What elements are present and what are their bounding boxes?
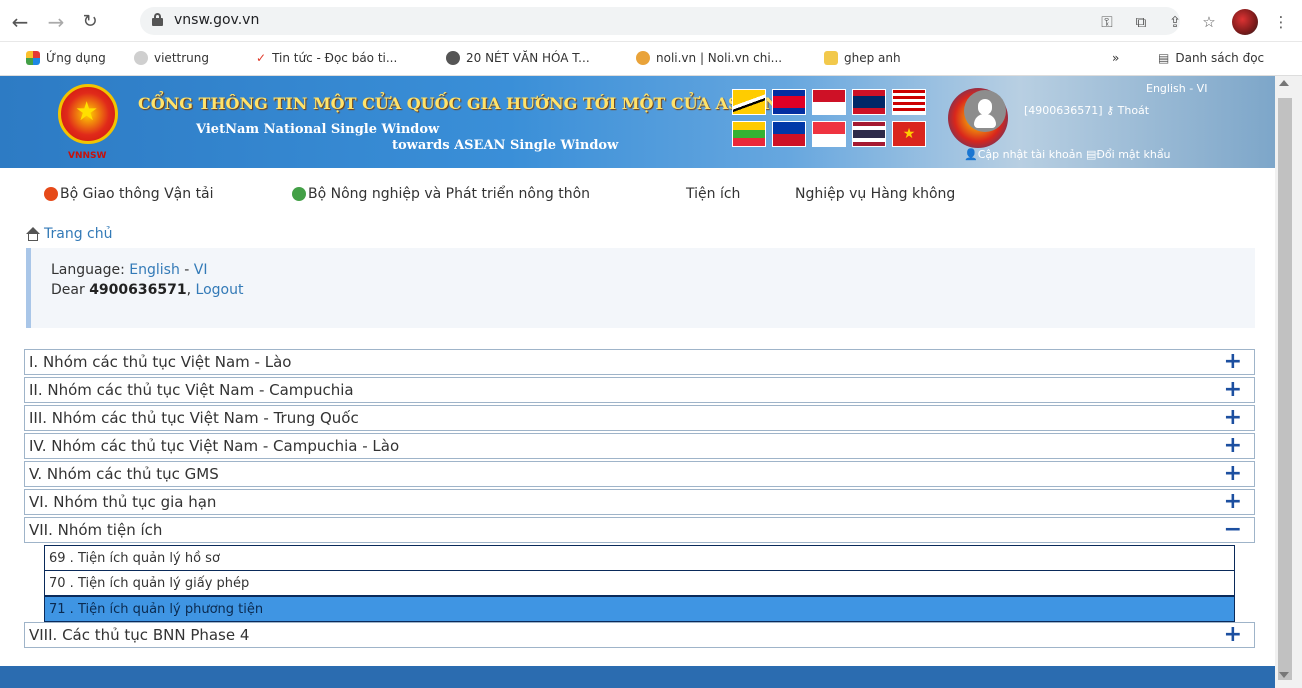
share-icon[interactable]: ⇪ [1164, 13, 1186, 31]
site-icon [446, 51, 460, 65]
group-header[interactable]: VIII. Các thủ tục BNN Phase 4 + [24, 622, 1255, 648]
cambodia-flag-icon [772, 89, 806, 115]
bookmark-noli[interactable]: noli.vn | Noli.vn chi... [636, 51, 782, 65]
bookmark-ghep-anh[interactable]: ghep anh [824, 51, 901, 65]
page-scrollbar[interactable] [1275, 76, 1302, 688]
profile-avatar[interactable] [1232, 9, 1258, 35]
reload-icon[interactable]: ↻ [78, 10, 102, 34]
thailand-flag-icon [852, 121, 886, 147]
collapse-minus-icon[interactable]: − [1224, 519, 1242, 541]
sub-item-71[interactable]: 71 . Tiện ích quản lý phương tiện [44, 596, 1235, 622]
checkmark-icon: ✓ [256, 51, 267, 65]
globe-icon [134, 51, 148, 65]
page-footer [0, 666, 1275, 688]
key-icon[interactable]: ⚿ [1096, 13, 1118, 31]
banner-title: CỔNG THÔNG TIN MỘT CỬA QUỐC GIA HƯỚNG TỚ… [138, 94, 779, 113]
group-header[interactable]: VI. Nhóm thủ tục gia hạn + [24, 489, 1255, 515]
reading-list[interactable]: ▤ Danh sách đọc [1158, 51, 1264, 65]
reading-list-icon: ▤ [1158, 51, 1170, 65]
sub-item-70[interactable]: 70 . Tiện ích quản lý giấy phép [44, 570, 1235, 596]
national-emblem-icon: ★ [58, 84, 118, 144]
lang-english-link[interactable]: English [129, 262, 180, 278]
lang-vi-link[interactable]: VI [194, 262, 208, 278]
change-password-link[interactable]: Đổi mật khẩu [1096, 148, 1170, 161]
philippines-flag-icon [772, 121, 806, 147]
apps-grid-icon [26, 51, 40, 65]
expand-plus-icon[interactable]: + [1224, 463, 1242, 485]
group-header[interactable]: III. Nhóm các thủ tục Việt Nam - Trung Q… [24, 405, 1255, 431]
bookmarks-bar: Ứng dụng viettrung ✓ Tin tức - Đọc báo t… [0, 42, 1302, 76]
breadcrumb[interactable]: Trang chủ [26, 226, 112, 242]
group-header[interactable]: I. Nhóm các thủ tục Việt Nam - Lào + [24, 349, 1255, 375]
myanmar-flag-icon [732, 121, 766, 147]
indonesia-flag-icon [812, 89, 846, 115]
update-account-link[interactable]: Cập nhật tài khoản [978, 148, 1083, 161]
url-text: vnsw.gov.vn [174, 12, 260, 28]
group-header[interactable]: IV. Nhóm các thủ tục Việt Nam - Campuchi… [24, 433, 1255, 459]
vietnam-flag-icon: ★ [892, 121, 926, 147]
banner-account-links: 👤Cập nhật tài khoản ▤Đổi mật khẩu [964, 148, 1171, 161]
banner-account-id: [4900636571] ⚷ Thoát [1024, 104, 1150, 117]
forward-arrow-icon[interactable]: → [44, 10, 68, 34]
browser-toolbar: ← → ↻ vnsw.gov.vn ⚿ ⧉ ⇪ ☆ ⋮ [0, 0, 1302, 42]
scroll-up-arrow-icon[interactable] [1279, 80, 1289, 86]
folder-icon [824, 51, 838, 65]
menu-item-hang-khong[interactable]: Nghiệp vụ Hàng không [795, 186, 955, 202]
brunei-flag-icon [732, 89, 766, 115]
menu-item-bo-giao-thong[interactable]: Bộ Giao thông Vận tải [44, 186, 214, 202]
address-bar[interactable]: vnsw.gov.vn [140, 7, 1180, 35]
scroll-thumb[interactable] [1278, 98, 1292, 680]
star-icon[interactable]: ☆ [1198, 13, 1220, 31]
banner-subtitle-2: towards ASEAN Single Window [392, 138, 619, 153]
bookmark-viettrung[interactable]: viettrung [134, 51, 209, 65]
user-icon: 👤 [964, 148, 978, 161]
username: 4900636571 [89, 282, 187, 298]
expand-plus-icon[interactable]: + [1224, 624, 1242, 646]
bookmark-tintuc[interactable]: ✓ Tin tức - Đọc báo ti... [256, 51, 397, 65]
group-header-expanded[interactable]: VII. Nhóm tiện ích − [24, 517, 1255, 543]
sub-item-69[interactable]: 69 . Tiện ích quản lý hồ sơ [44, 545, 1235, 571]
lock-icon [152, 13, 163, 26]
user-avatar-icon[interactable] [964, 90, 1006, 132]
user-info-box: Language: English - VI Dear 4900636571, … [26, 248, 1255, 328]
home-icon [26, 227, 40, 241]
expand-plus-icon[interactable]: + [1224, 351, 1242, 373]
scroll-down-arrow-icon[interactable] [1279, 672, 1289, 678]
ministry-transport-icon [44, 187, 58, 201]
site-banner: ★ VNNSW CỔNG THÔNG TIN MỘT CỬA QUỐC GIA … [0, 76, 1275, 168]
top-menu: Bộ Giao thông Vận tải Bộ Nông nghiệp và … [0, 168, 1275, 223]
key-icon: ⚷ [1106, 104, 1115, 117]
kebab-menu-icon[interactable]: ⋮ [1270, 13, 1292, 31]
banner-logout[interactable]: Thoát [1118, 104, 1149, 117]
malaysia-flag-icon [892, 89, 926, 115]
menu-item-bo-nong-nghiep[interactable]: Bộ Nông nghiệp và Phát triển nông thôn [292, 186, 590, 202]
ministry-agriculture-icon [292, 187, 306, 201]
translate-icon[interactable]: ⧉ [1130, 13, 1152, 31]
back-arrow-icon[interactable]: ← [8, 10, 32, 34]
expand-plus-icon[interactable]: + [1224, 491, 1242, 513]
banner-subtitle-1: VietNam National Single Window [196, 122, 440, 137]
noli-icon [636, 51, 650, 65]
expand-plus-icon[interactable]: + [1224, 407, 1242, 429]
expand-plus-icon[interactable]: + [1224, 379, 1242, 401]
logout-link[interactable]: Logout [196, 282, 244, 298]
menu-item-tien-ich[interactable]: Tiện ích [686, 186, 740, 202]
logo-text: VNNSW [68, 151, 107, 161]
laos-flag-icon [852, 89, 886, 115]
banner-language[interactable]: English - VI [1146, 82, 1207, 95]
bookmark-apps[interactable]: Ứng dụng [26, 51, 106, 65]
group-header[interactable]: V. Nhóm các thủ tục GMS + [24, 461, 1255, 487]
group-header[interactable]: II. Nhóm các thủ tục Việt Nam - Campuchi… [24, 377, 1255, 403]
bookmark-20net[interactable]: 20 NÉT VĂN HÓA T... [446, 51, 590, 65]
expand-plus-icon[interactable]: + [1224, 435, 1242, 457]
calendar-icon: ▤ [1086, 148, 1097, 161]
singapore-flag-icon [812, 121, 846, 147]
bookmarks-more[interactable]: » [1112, 51, 1119, 65]
